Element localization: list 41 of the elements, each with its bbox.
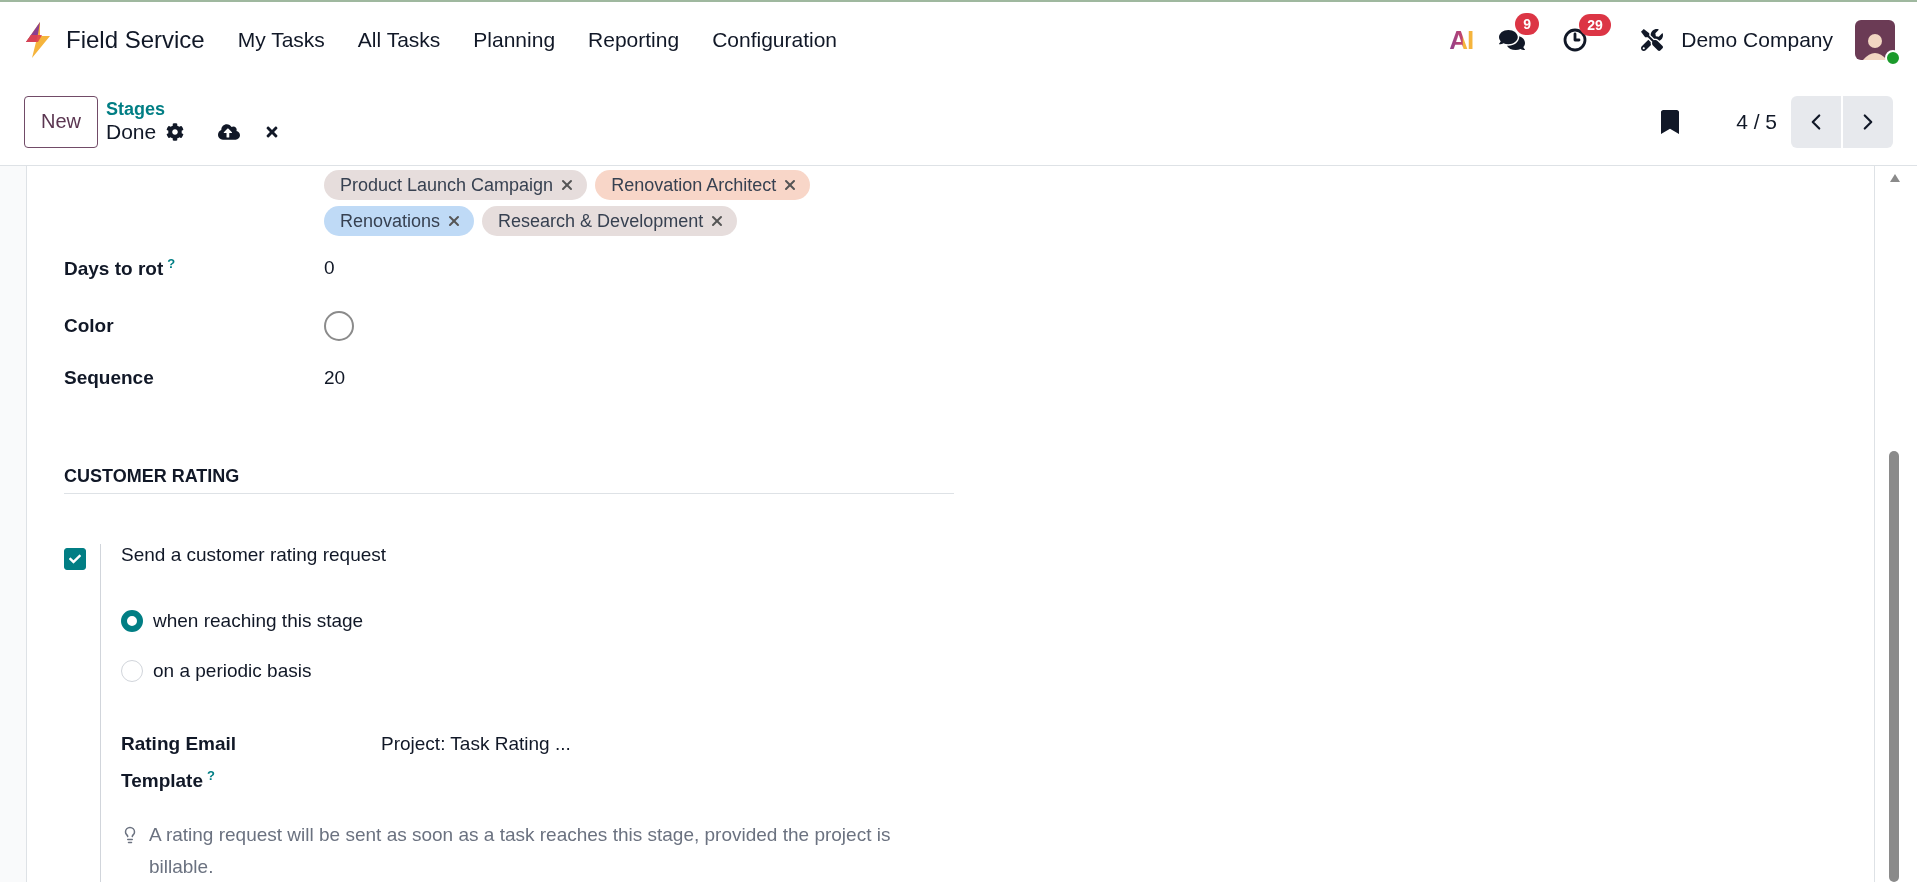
new-button[interactable]: New — [24, 95, 98, 148]
menu-item[interactable]: Reporting — [588, 28, 680, 52]
notification-badge: 9 — [1515, 13, 1540, 35]
radio-label: when reaching this stage — [153, 610, 364, 632]
menu-item[interactable]: Configuration — [712, 28, 838, 52]
checkbox[interactable] — [64, 548, 86, 570]
menu-item[interactable]: All Tasks — [357, 28, 441, 52]
field-label: Color — [64, 315, 115, 337]
field-value[interactable]: Project: Task Rating ... — [381, 728, 571, 798]
field-value: 0 — [324, 257, 335, 279]
section-title: CUSTOMER RATING — [64, 466, 954, 494]
settings-icon[interactable] — [166, 123, 185, 141]
company-name[interactable]: Demo Company — [1681, 28, 1833, 52]
hint-text: A rating request will be sent as soon as a task reaches this stage, provided the project is billable. — [149, 823, 891, 880]
tools-icon[interactable] — [1641, 29, 1664, 51]
notification-badge: 29 — [1579, 14, 1611, 36]
record-name: Done — [106, 120, 157, 144]
pager-counter[interactable]: 4 / 5 — [1736, 109, 1777, 134]
field-label: Rating Email Template $^{?}$ — [121, 732, 238, 794]
menu-item[interactable]: Planning — [473, 28, 556, 52]
menu-item[interactable]: My Tasks — [237, 28, 325, 52]
tag[interactable]: Renovations — [324, 206, 475, 236]
clock-icon[interactable] — [1563, 28, 1588, 52]
scroll-up-arrow-icon[interactable] — [1890, 174, 1900, 182]
app-name[interactable]: Field Service — [66, 26, 205, 54]
radio-label: on a periodic basis — [153, 660, 312, 682]
scrollbar-thumb[interactable] — [1889, 451, 1899, 882]
checkbox-label: Send a customer rating request — [121, 544, 387, 565]
tag[interactable]: Research & Development — [482, 206, 738, 236]
radio-button[interactable] — [121, 610, 143, 632]
breadcrumb-link[interactable]: Stages — [106, 99, 281, 120]
field-value: 20 — [324, 367, 346, 389]
check-icon — [69, 553, 81, 565]
color-swatch[interactable] — [324, 311, 354, 341]
scrollbar[interactable] — [1875, 166, 1917, 882]
field-label: Days to rot $^{?}$ — [64, 255, 177, 281]
chat-icon[interactable] — [1499, 27, 1526, 53]
cloud-upload-icon[interactable] — [218, 121, 241, 143]
tag[interactable]: Product Launch Campaign — [324, 170, 588, 200]
field-label: Sequence — [64, 367, 155, 389]
tag[interactable]: Renovation Architect — [595, 170, 811, 200]
